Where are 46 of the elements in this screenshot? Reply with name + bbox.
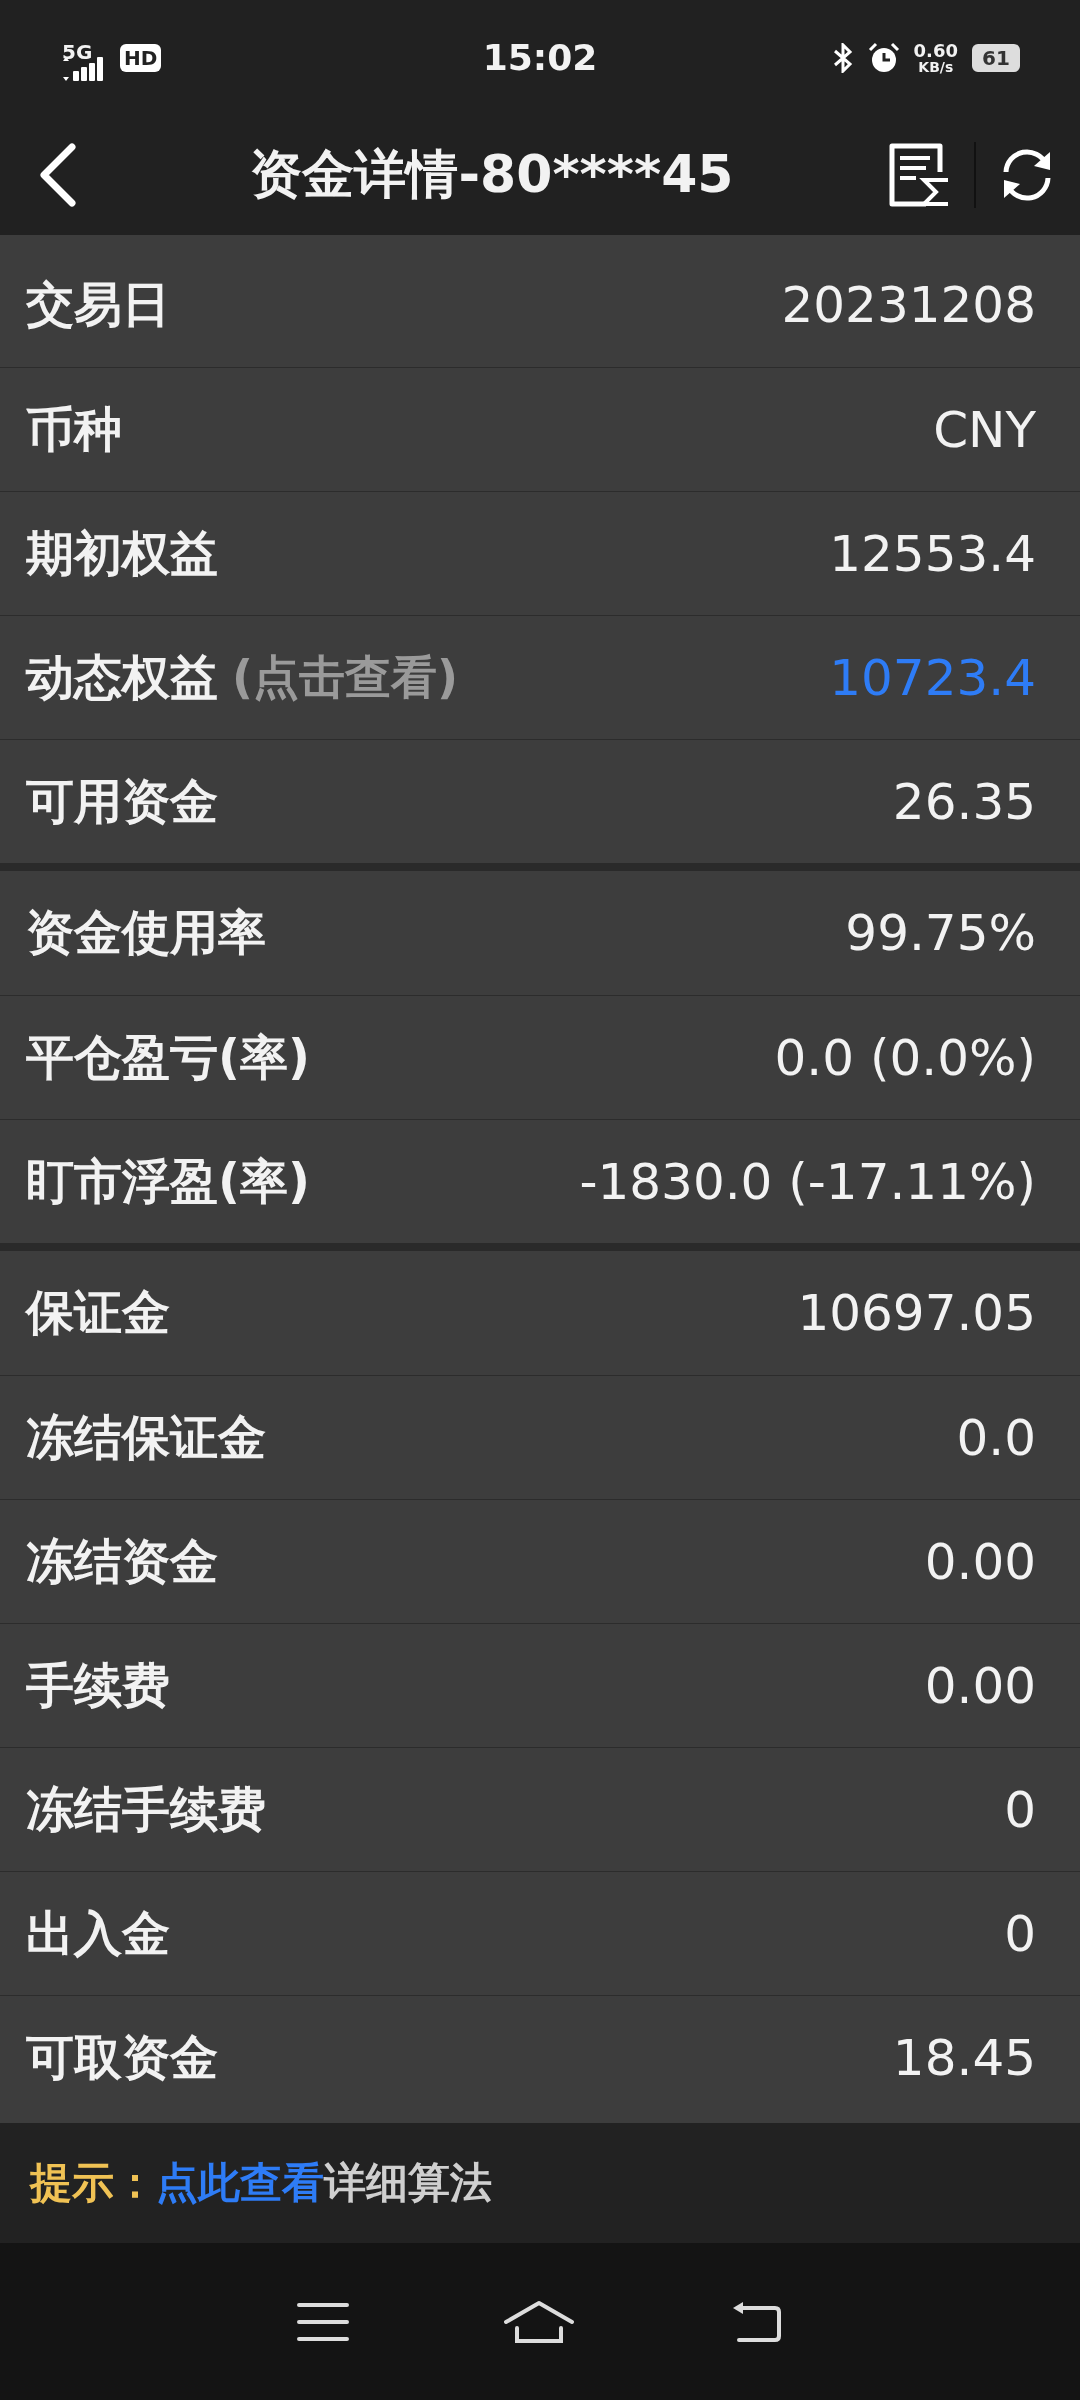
alarm-icon [867,41,900,74]
row-value: 12553.4 [829,524,1036,583]
hd-badge: HD [120,43,162,72]
row-label: 可取资金 [26,2027,218,2087]
row-label: 币种 [26,399,122,459]
row-label: 可用资金 [26,771,218,831]
tip-text: 详细算法 [324,2157,492,2209]
row-label: 出入金 [26,1903,170,1963]
row-hint[interactable]: (点击查看) [232,646,459,709]
row-value: CNY [933,400,1036,459]
bluetooth-icon [831,42,854,73]
menu-icon[interactable] [297,2301,349,2342]
row-value: 20231208 [781,276,1036,334]
row-value: 0.0 (0.0%) [774,1028,1036,1087]
row-label: 交易日 [26,275,170,334]
back-icon[interactable] [38,143,78,207]
row-label: 资金使用率 [26,903,266,962]
tip-label: 提示： [30,2157,156,2209]
row-value: 0.00 [924,1656,1036,1715]
row-value: 0 [1004,1904,1036,1963]
row-value: 18.45 [892,2028,1036,2087]
row-value: -1830.0 (-17.11%) [579,1152,1036,1211]
row-value: 10697.05 [797,1284,1036,1342]
row-label: 保证金 [26,1283,170,1342]
row-label: 期初权益 [26,523,218,583]
row-label: 动态权益 [26,647,218,707]
battery-icon: 61 [972,43,1020,72]
row-label: 冻结资金 [26,1531,218,1591]
status-time: 15:02 [482,37,598,78]
row-label: 冻结保证金 [26,1407,266,1467]
row-value: 0.00 [924,1532,1036,1591]
row-value: 10723.4 [829,648,1036,707]
speed-value: 0.60 [913,41,958,60]
row-value: 0.0 [956,1408,1036,1467]
row-label: 平仓盈亏(率) [26,1027,310,1087]
row-label: 盯市浮盈(率) [26,1151,310,1211]
home-icon[interactable] [503,2299,575,2344]
tip-link[interactable]: 点此查看 [156,2155,324,2211]
speed-unit: KB/s [918,59,954,74]
row-label: 手续费 [26,1655,170,1715]
row-value: 0 [1004,1780,1036,1839]
row-value: 26.35 [892,772,1036,831]
row-label: 冻结手续费 [26,1779,266,1839]
network-label: 5G [62,40,93,64]
row-value: 99.75% [845,904,1036,962]
page-title: 资金详情-80****45 [249,143,735,206]
